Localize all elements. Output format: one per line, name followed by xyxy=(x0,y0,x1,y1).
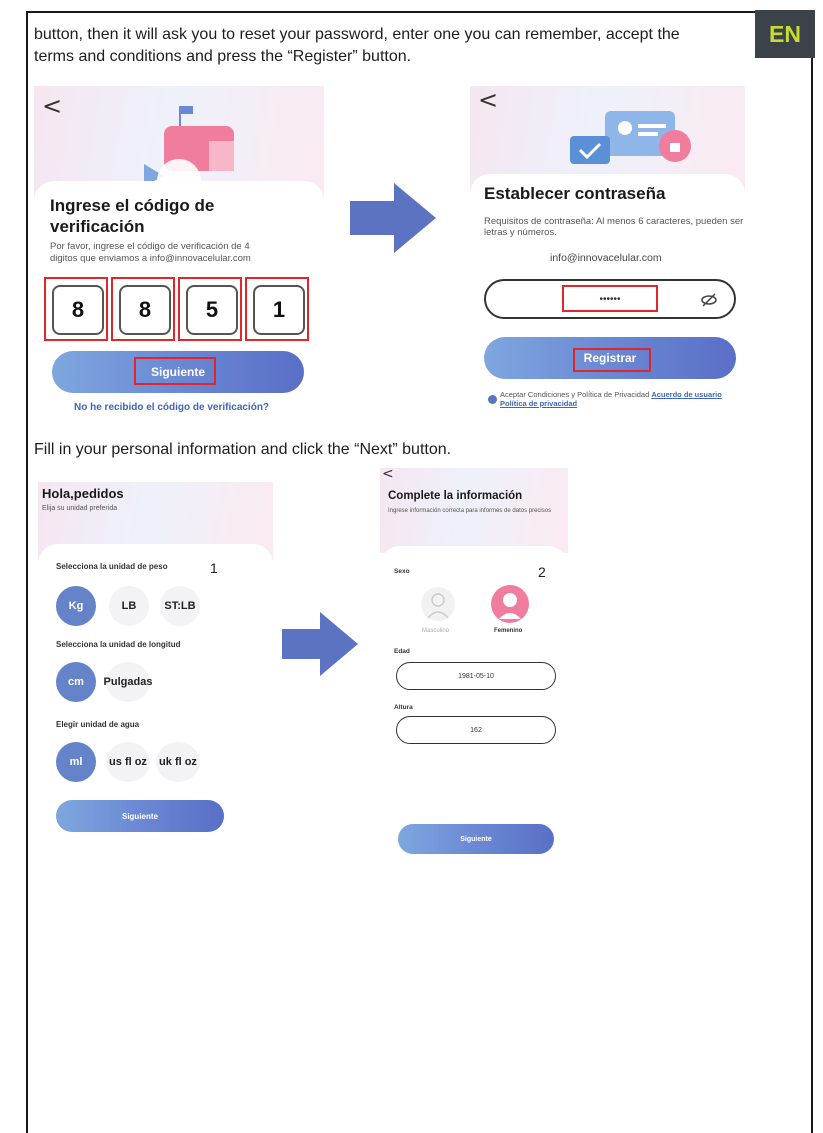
highlight-digit-3 xyxy=(178,277,242,341)
female-avatar-icon[interactable] xyxy=(490,584,530,624)
password-title: Establecer contraseña xyxy=(484,184,666,203)
password-screen: < Establecer contraseña Requisitos de co… xyxy=(470,86,745,421)
arrow-right-icon xyxy=(350,183,436,253)
section2-text: Fill in your personal information and cl… xyxy=(34,441,452,458)
unit-ml[interactable]: ml xyxy=(56,742,96,782)
unit-cm[interactable]: cm xyxy=(56,662,96,702)
info-next-label: Siguiente xyxy=(460,835,492,843)
male-avatar-icon[interactable] xyxy=(420,586,456,622)
weight-unit-label: Selecciona la unidad de peso xyxy=(56,562,168,571)
highlight-next-button xyxy=(134,357,216,385)
unit-kg[interactable]: Kg xyxy=(56,586,96,626)
arrow-shape xyxy=(350,183,436,253)
unit-stlb[interactable]: ST:LB xyxy=(160,586,200,626)
arrow-right-icon xyxy=(282,612,358,676)
verification-description: Por favor, ingrese el código de verifica… xyxy=(50,241,251,264)
units-screen: Hola,pedidos Elija su unidad preferida S… xyxy=(38,482,273,857)
eye-off-icon[interactable] xyxy=(700,293,718,307)
highlight-register-button xyxy=(573,348,651,372)
intro-text: button, then it will ask you to reset yo… xyxy=(34,26,680,65)
info-subtitle: Ingrese información correcta para inform… xyxy=(388,508,552,514)
step-number: 1 xyxy=(210,560,218,576)
units-next-button[interactable]: Siguiente xyxy=(56,800,224,832)
unit-lb[interactable]: LB xyxy=(109,586,149,626)
height-field[interactable]: 162 xyxy=(396,716,556,744)
terms-row: Aceptar Condiciones y Política de Privac… xyxy=(500,390,740,408)
length-unit-label: Selecciona la unidad de longitud xyxy=(56,640,181,649)
verification-title: Ingrese el código de verificación xyxy=(50,196,215,236)
info-screen: < Complete la información Ingrese inform… xyxy=(380,468,568,863)
units-next-label: Siguiente xyxy=(121,811,158,821)
password-card: Establecer contraseña Requisitos de cont… xyxy=(470,174,745,421)
height-label: Altura xyxy=(394,704,413,711)
units-subtitle: Elija su unidad preferida xyxy=(42,505,118,512)
unit-inches[interactable]: Pulgadas xyxy=(104,662,152,702)
highlight-password-field xyxy=(562,285,658,312)
password-requirements: Requisitos de contraseña: Al menos 6 car… xyxy=(484,216,744,238)
info-card: Sexo 2 Masculino Femenino Edad 1981-05-1… xyxy=(380,546,568,863)
language-badge: EN xyxy=(755,10,815,58)
back-icon[interactable]: < xyxy=(42,92,62,120)
account-email: info@innovacelular.com xyxy=(550,252,662,264)
units-title: Hola,pedidos xyxy=(42,486,124,501)
highlight-digit-2 xyxy=(111,277,175,341)
verification-card: Ingrese el código de verificación Por fa… xyxy=(34,181,324,416)
resend-code-link[interactable]: No he recibido el código de verificación… xyxy=(74,402,269,413)
age-label: Edad xyxy=(394,648,410,655)
arrow-shape xyxy=(282,612,358,676)
step-number: 2 xyxy=(538,564,546,580)
age-field[interactable]: 1981-05-10 xyxy=(396,662,556,690)
highlight-digit-4 xyxy=(245,277,309,341)
info-title: Complete la información xyxy=(388,490,523,502)
water-unit-label: Elegir unidad de agua xyxy=(56,720,140,729)
verification-screen: < Ingrese el código de verificación Por … xyxy=(34,86,324,416)
back-icon[interactable]: < xyxy=(478,86,498,114)
male-label: Masculino xyxy=(422,628,450,634)
unit-us-fl-oz[interactable]: us fl oz xyxy=(106,742,150,782)
back-icon[interactable]: < xyxy=(382,468,394,482)
female-label: Femenino xyxy=(494,628,523,634)
terms-text: Aceptar Condiciones y Política de Privac… xyxy=(500,390,650,399)
terms-checkbox[interactable] xyxy=(488,395,497,404)
height-value: 162 xyxy=(470,726,482,734)
unit-uk-fl-oz[interactable]: uk fl oz xyxy=(156,742,200,782)
highlight-digit-1 xyxy=(44,277,108,341)
units-card: Selecciona la unidad de peso 1 Kg LB ST:… xyxy=(38,544,273,857)
age-value: 1981-05-10 xyxy=(458,672,494,680)
sex-label: Sexo xyxy=(394,568,410,575)
info-next-button[interactable]: Siguiente xyxy=(398,824,554,854)
